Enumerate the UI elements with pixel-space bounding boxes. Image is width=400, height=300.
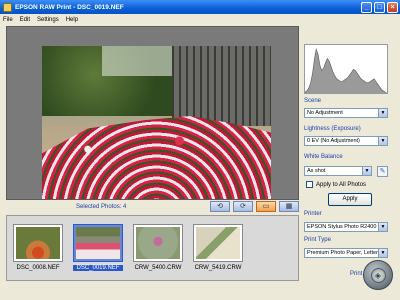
apply-all-checkbox-row[interactable]: Apply to All Photos [306,181,366,188]
window-title: EPSON RAW Print - DSC_0019.NEF [15,3,124,11]
minimize-button[interactable]: _ [361,1,372,13]
histogram-curve [305,47,387,93]
apply-all-label: Apply to All Photos [316,181,367,188]
printer-select[interactable]: EPSON Stylus Photo R2400 ▼ [304,222,388,232]
thumbnail-filename: DSC_0008.NEF [16,265,60,271]
app-icon [3,2,12,12]
print-type-value: Premium Photo Paper, Letter, Bo [307,250,388,256]
scene-value: No Adjustment [307,110,343,116]
printer-value: EPSON Stylus Photo R2400 [307,224,377,230]
histogram [304,44,388,94]
chevron-down-icon: ▼ [378,223,387,231]
white-balance-value: As shot [307,168,326,174]
thumbnail-item[interactable]: CRW_5419.CRW [193,224,243,271]
lightness-select[interactable]: 0 EV (No Adjustment) ▼ [304,136,388,146]
print-label: Print [350,271,363,277]
apply-button[interactable]: Apply [328,193,372,206]
close-button[interactable]: × [387,1,398,13]
print-type-select[interactable]: Premium Photo Paper, Letter, Bo ▼ [304,248,388,258]
chevron-down-icon: ▼ [362,167,371,175]
chevron-down-icon: ▼ [378,137,387,145]
rotate-right-button[interactable]: ⟳ [233,201,253,212]
photo-preview-pane [6,26,299,200]
rotate-left-button[interactable]: ⟲ [210,201,230,212]
printer-label: Printer [304,211,322,217]
thumbnail-item[interactable]: CRW_5400.CRW [133,224,183,271]
thumbnail-strip: DSC_0008.NEF DSC_0019.NEF CRW_5400.CRW C… [6,215,299,281]
print-button[interactable]: ◈ [363,260,393,290]
thumbnail-filename: CRW_5419.CRW [194,265,242,271]
histogram-graph [305,47,387,93]
preview-photo [42,46,271,199]
selected-photos-count: Selected Photos: 4 [76,204,126,210]
apply-all-checkbox[interactable] [306,181,313,188]
title-bar: EPSON RAW Print - DSC_0019.NEF _ □ × [0,0,400,14]
thumbnail-image [136,227,180,259]
selected-photos-number: 4 [123,204,127,210]
lightness-label: Lightness (Exposure) [304,126,361,132]
maximize-button[interactable]: □ [374,1,385,13]
menu-file[interactable]: File [3,17,13,23]
lightness-value: 0 EV (No Adjustment) [307,138,360,144]
scene-label: Scene [304,98,322,104]
menu-settings[interactable]: Settings [37,17,59,23]
scene-select[interactable]: No Adjustment ▼ [304,108,388,118]
single-view-button[interactable]: ▭ [256,201,276,212]
print-type-label: Print Type [304,237,331,243]
menu-help[interactable]: Help [66,17,78,23]
chevron-down-icon: ▼ [378,249,387,257]
thumbnail-filename: DSC_0019.NEF [73,265,123,271]
thumbnail-image [196,227,240,259]
view-toolbar: ⟲ ⟳ ▭ ▦ [210,201,302,212]
menu-edit[interactable]: Edit [20,17,30,23]
selected-photos-label: Selected Photos: [76,204,122,210]
thumbnail-item-selected[interactable]: DSC_0019.NEF [73,224,123,271]
thumbnail-item[interactable]: DSC_0008.NEF [13,224,63,271]
menu-bar: File Edit Settings Help [0,14,400,25]
thumbnail-image [76,227,120,259]
white-balance-select[interactable]: As shot ▼ [304,166,372,176]
grid-view-button[interactable]: ▦ [279,201,299,212]
chevron-down-icon: ▼ [378,109,387,117]
white-balance-label: White Balance [304,154,343,160]
print-icon: ◈ [370,267,386,283]
eyedropper-icon[interactable]: ✎ [377,166,388,177]
thumbnail-filename: CRW_5400.CRW [134,265,182,271]
thumbnail-image [16,227,60,259]
